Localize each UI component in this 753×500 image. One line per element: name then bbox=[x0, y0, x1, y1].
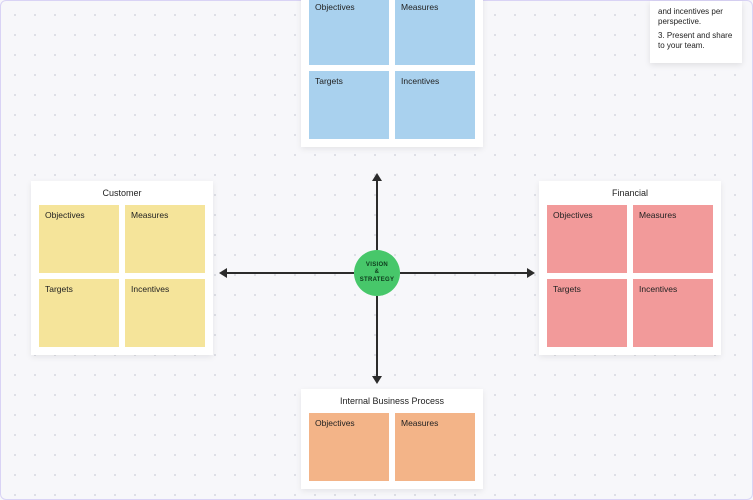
cell-objectives[interactable]: Objectives bbox=[309, 0, 389, 65]
diagram-canvas[interactable]: Objectives Measures Targets Incentives C… bbox=[0, 0, 753, 500]
arrow-up-head bbox=[372, 173, 382, 181]
arrow-down-head bbox=[372, 376, 382, 384]
quadrant-financial-title: Financial bbox=[547, 187, 713, 205]
cell-objectives[interactable]: Objectives bbox=[309, 413, 389, 481]
quadrant-top[interactable]: Objectives Measures Targets Incentives bbox=[301, 0, 483, 147]
cell-targets[interactable]: Targets bbox=[547, 279, 627, 347]
cell-targets[interactable]: Targets bbox=[309, 71, 389, 139]
cell-measures[interactable]: Measures bbox=[633, 205, 713, 273]
arrow-right-line bbox=[400, 272, 527, 274]
quadrant-financial[interactable]: Financial Objectives Measures Targets In… bbox=[539, 181, 721, 355]
arrow-left-head bbox=[219, 268, 227, 278]
cell-incentives[interactable]: Incentives bbox=[395, 71, 475, 139]
cell-incentives[interactable]: Incentives bbox=[633, 279, 713, 347]
quadrant-customer-title: Customer bbox=[39, 187, 205, 205]
note-line1: and incentives per perspective. bbox=[658, 7, 734, 27]
cell-measures[interactable]: Measures bbox=[125, 205, 205, 273]
cell-incentives[interactable]: Incentives bbox=[125, 279, 205, 347]
center-line1: VISION bbox=[366, 262, 388, 268]
cell-targets[interactable]: Targets bbox=[39, 279, 119, 347]
arrow-down-line bbox=[376, 296, 378, 376]
instructions-note[interactable]: and incentives per perspective. 3. Prese… bbox=[650, 1, 742, 63]
quadrant-customer[interactable]: Customer Objectives Measures Targets Inc… bbox=[31, 181, 213, 355]
center-line3: STRATEGY bbox=[360, 277, 395, 283]
cell-measures[interactable]: Measures bbox=[395, 413, 475, 481]
arrow-left-line bbox=[227, 272, 354, 274]
cell-objectives[interactable]: Objectives bbox=[547, 205, 627, 273]
arrow-right-head bbox=[527, 268, 535, 278]
cell-measures[interactable]: Measures bbox=[395, 0, 475, 65]
quadrant-ibp-title: Internal Business Process bbox=[309, 395, 475, 413]
arrow-up-line bbox=[376, 181, 378, 250]
quadrant-internal-business-process[interactable]: Internal Business Process Objectives Mea… bbox=[301, 389, 483, 489]
note-line2: 3. Present and share to your team. bbox=[658, 31, 734, 51]
center-line2: & bbox=[375, 269, 380, 275]
cell-objectives[interactable]: Objectives bbox=[39, 205, 119, 273]
center-vision-strategy[interactable]: VISION & STRATEGY bbox=[354, 250, 400, 296]
